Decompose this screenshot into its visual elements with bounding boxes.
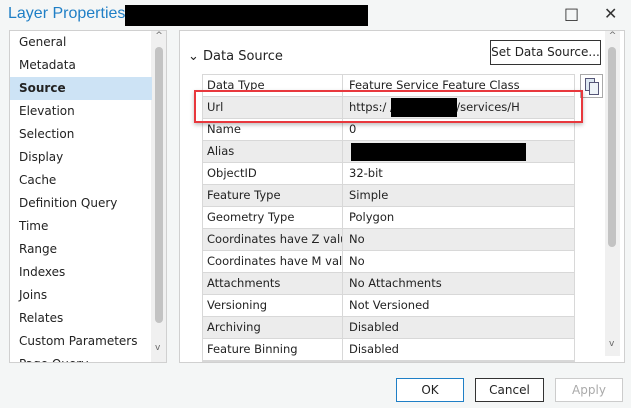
- sidebar-item-range[interactable]: Range: [10, 238, 152, 261]
- sidebar: ^ v General Metadata Source Elevation Select…: [9, 30, 167, 363]
- sidebar-item-time[interactable]: Time: [10, 215, 152, 238]
- sidebar-item-selection[interactable]: Selection: [10, 123, 152, 146]
- sidebar-item-indexes[interactable]: Indexes: [10, 261, 152, 284]
- property-value-text: Disabled: [349, 320, 399, 334]
- property-name: Coordinates have Z value: [203, 229, 343, 250]
- table-row[interactable]: Attachments No Attachments: [203, 273, 574, 295]
- property-name: Attachments: [203, 273, 343, 294]
- apply-button[interactable]: Apply: [555, 378, 623, 402]
- main-scrollbar[interactable]: ^ v: [605, 31, 620, 356]
- property-name: Feature Binning: [203, 339, 343, 360]
- property-value-text: No: [349, 254, 365, 268]
- property-value: No: [343, 229, 574, 250]
- sidebar-scrollbar[interactable]: ^ v: [151, 31, 166, 362]
- set-data-source-button[interactable]: Set Data Source...: [490, 40, 601, 65]
- property-value-text: Not Versioned: [349, 298, 430, 312]
- property-value-text: 0: [349, 122, 357, 136]
- property-value-text: 32-bit: [349, 166, 383, 180]
- sidebar-item-elevation[interactable]: Elevation: [10, 100, 152, 123]
- property-value-text: No Attachments: [349, 276, 442, 290]
- property-value: Disabled: [343, 339, 574, 360]
- chevron-down-icon: ⌄: [188, 49, 199, 64]
- sidebar-item-page-query[interactable]: Page Query: [10, 353, 152, 362]
- sidebar-item-cache[interactable]: Cache: [10, 169, 152, 192]
- table-row[interactable]: Versioning Not Versioned: [203, 295, 574, 317]
- property-value: [343, 141, 574, 162]
- property-value-text: Polygon: [349, 210, 395, 224]
- sidebar-item-metadata[interactable]: Metadata: [10, 54, 152, 77]
- property-name: ObjectID: [203, 163, 343, 184]
- sidebar-item-source[interactable]: Source: [10, 77, 152, 100]
- sidebar-item-definition-query[interactable]: Definition Query: [10, 192, 152, 215]
- table-row[interactable]: Alias: [203, 141, 574, 163]
- property-name: Coordinates have M value: [203, 251, 343, 272]
- data-source-header[interactable]: ⌄ Data Source: [188, 49, 283, 64]
- sidebar-item-general[interactable]: General: [10, 31, 152, 54]
- property-value: Polygon: [343, 207, 574, 228]
- cancel-button[interactable]: Cancel: [475, 378, 544, 402]
- property-value-text: Simple: [349, 188, 389, 202]
- table-row[interactable]: Geometry Type Polygon: [203, 207, 574, 229]
- sidebar-item-display[interactable]: Display: [10, 146, 152, 169]
- table-row[interactable]: Feature Type Simple: [203, 185, 574, 207]
- sidebar-item-joins[interactable]: Joins: [10, 284, 152, 307]
- property-value-text: No: [349, 232, 365, 246]
- property-value: Simple: [343, 185, 574, 206]
- main-scroll-thumb[interactable]: [608, 47, 616, 247]
- table-row[interactable]: Feature Binning Disabled: [203, 339, 574, 361]
- property-value-text: Disabled: [349, 342, 399, 356]
- maximize-button[interactable]: □: [564, 4, 579, 23]
- property-value: 32-bit: [343, 163, 574, 184]
- property-name: Versioning: [203, 295, 343, 316]
- close-button[interactable]: ✕: [604, 4, 617, 23]
- property-value: No Attachments: [343, 273, 574, 294]
- property-name: Archiving: [203, 317, 343, 338]
- sidebar-item-relates[interactable]: Relates: [10, 307, 152, 330]
- property-name: Geometry Type: [203, 207, 343, 228]
- main-panel: ⌄ Data Source Set Data Source... Data Ty…: [179, 30, 625, 363]
- property-name: Alias: [203, 141, 343, 162]
- property-value: Not Versioned: [343, 295, 574, 316]
- redacted-layer-name: [125, 5, 368, 26]
- url-highlight-box: [194, 90, 583, 123]
- property-value: No: [343, 251, 574, 272]
- table-row[interactable]: Archiving Disabled: [203, 317, 574, 339]
- copy-icon[interactable]: [580, 74, 603, 98]
- property-name: Feature Type: [203, 185, 343, 206]
- table-row[interactable]: Coordinates have M value No: [203, 251, 574, 273]
- ok-button[interactable]: OK: [396, 378, 464, 402]
- sidebar-scroll-thumb[interactable]: [155, 47, 163, 323]
- section-title: Data Source: [203, 49, 283, 64]
- table-row[interactable]: Coordinates have Z value No: [203, 229, 574, 251]
- property-value: Disabled: [343, 317, 574, 338]
- window-title: Layer Properties:: [8, 5, 130, 22]
- sidebar-item-custom-parameters[interactable]: Custom Parameters: [10, 330, 152, 353]
- table-row[interactable]: ObjectID 32-bit: [203, 163, 574, 185]
- redacted-alias: [351, 143, 526, 161]
